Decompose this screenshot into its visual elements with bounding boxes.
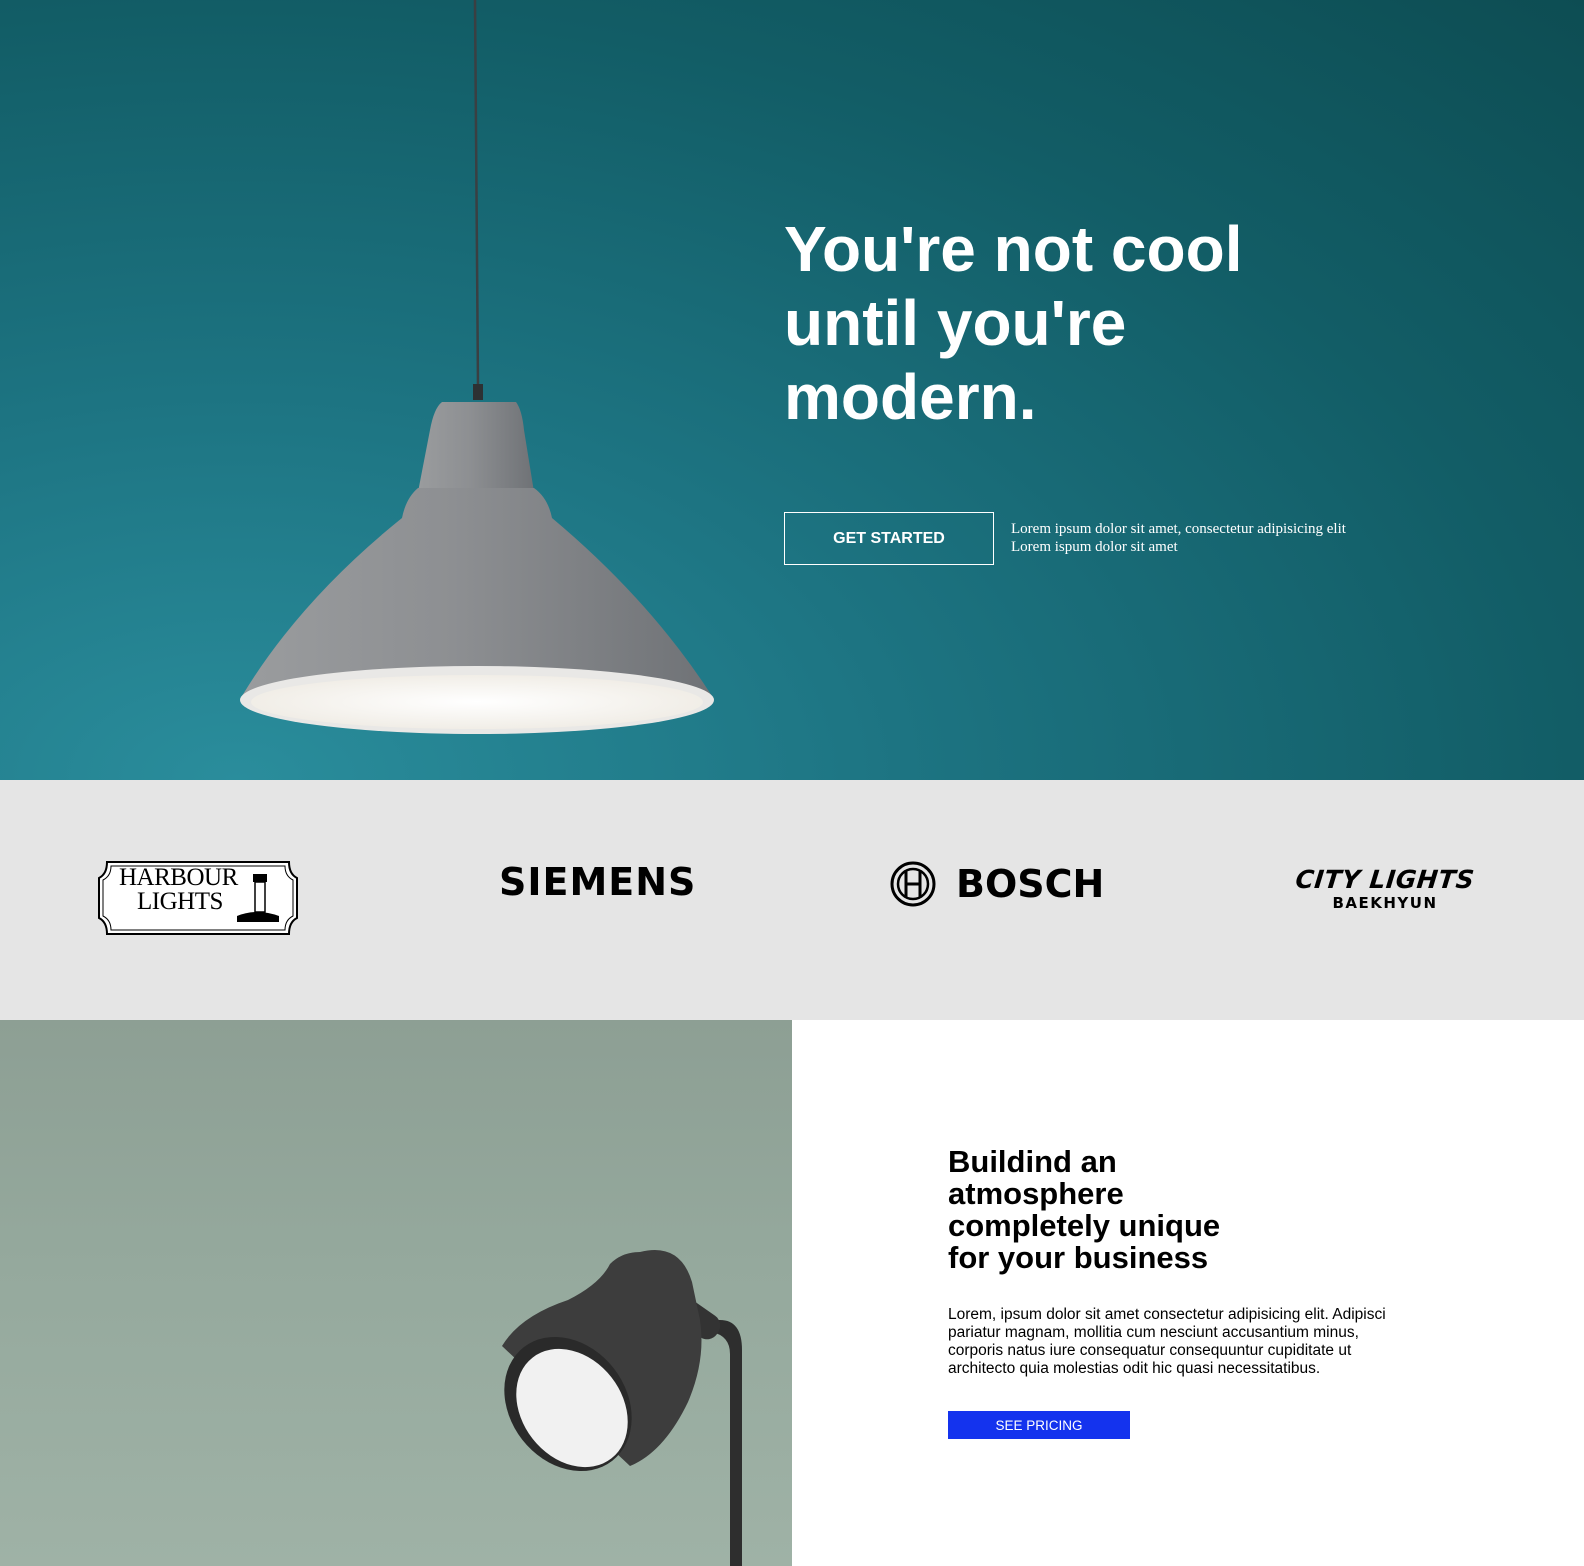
bosch-armature-icon [890, 861, 936, 907]
bosch-logo: BOSCH [890, 861, 1104, 907]
city-lights-logo: CITY LIGHTS BAEKHYUN [1290, 865, 1480, 912]
feature-heading: Buildind an atmosphere completely unique… [948, 1144, 1221, 1275]
hero-title: You're not cool until you're modern. [784, 212, 1344, 434]
hero-note: Lorem ipsum dolor sit amet, consectetur … [1011, 520, 1411, 556]
hero-section: You're not cool until you're modern. GET… [0, 0, 1584, 780]
bosch-logo-text: BOSCH [956, 862, 1105, 906]
harbour-logo-text: LIGHTS [137, 888, 223, 915]
see-pricing-button[interactable]: SEE PRICING [948, 1411, 1130, 1439]
hero-title-line: You're not cool [784, 213, 1243, 285]
harbour-lights-logo: HARBOUR LIGHTS [97, 860, 299, 936]
hero-title-line: modern. [784, 361, 1037, 433]
hero-note-line: Lorem ipsum dolor sit amet, consectetur … [1011, 521, 1346, 537]
city-lights-logo-subtext: BAEKHYUN [1332, 894, 1438, 912]
desk-lamp-image [0, 1020, 792, 1566]
partner-logos-strip: HARBOUR LIGHTS SIEMENS BOSCH CITY LIGHTS… [0, 780, 1584, 1020]
siemens-logo: SIEMENS [499, 860, 697, 904]
feature-body: Lorem, ipsum dolor sit amet consectetur … [948, 1306, 1386, 1377]
hero-title-line: until you're [784, 287, 1127, 359]
city-lights-logo-text: CITY LIGHTS [1294, 865, 1476, 894]
feature-section: Buildind an atmosphere completely unique… [792, 1020, 1584, 1566]
get-started-button[interactable]: GET STARTED [784, 512, 994, 565]
hero-note-line: Lorem ispum dolor sit amet [1011, 539, 1178, 555]
